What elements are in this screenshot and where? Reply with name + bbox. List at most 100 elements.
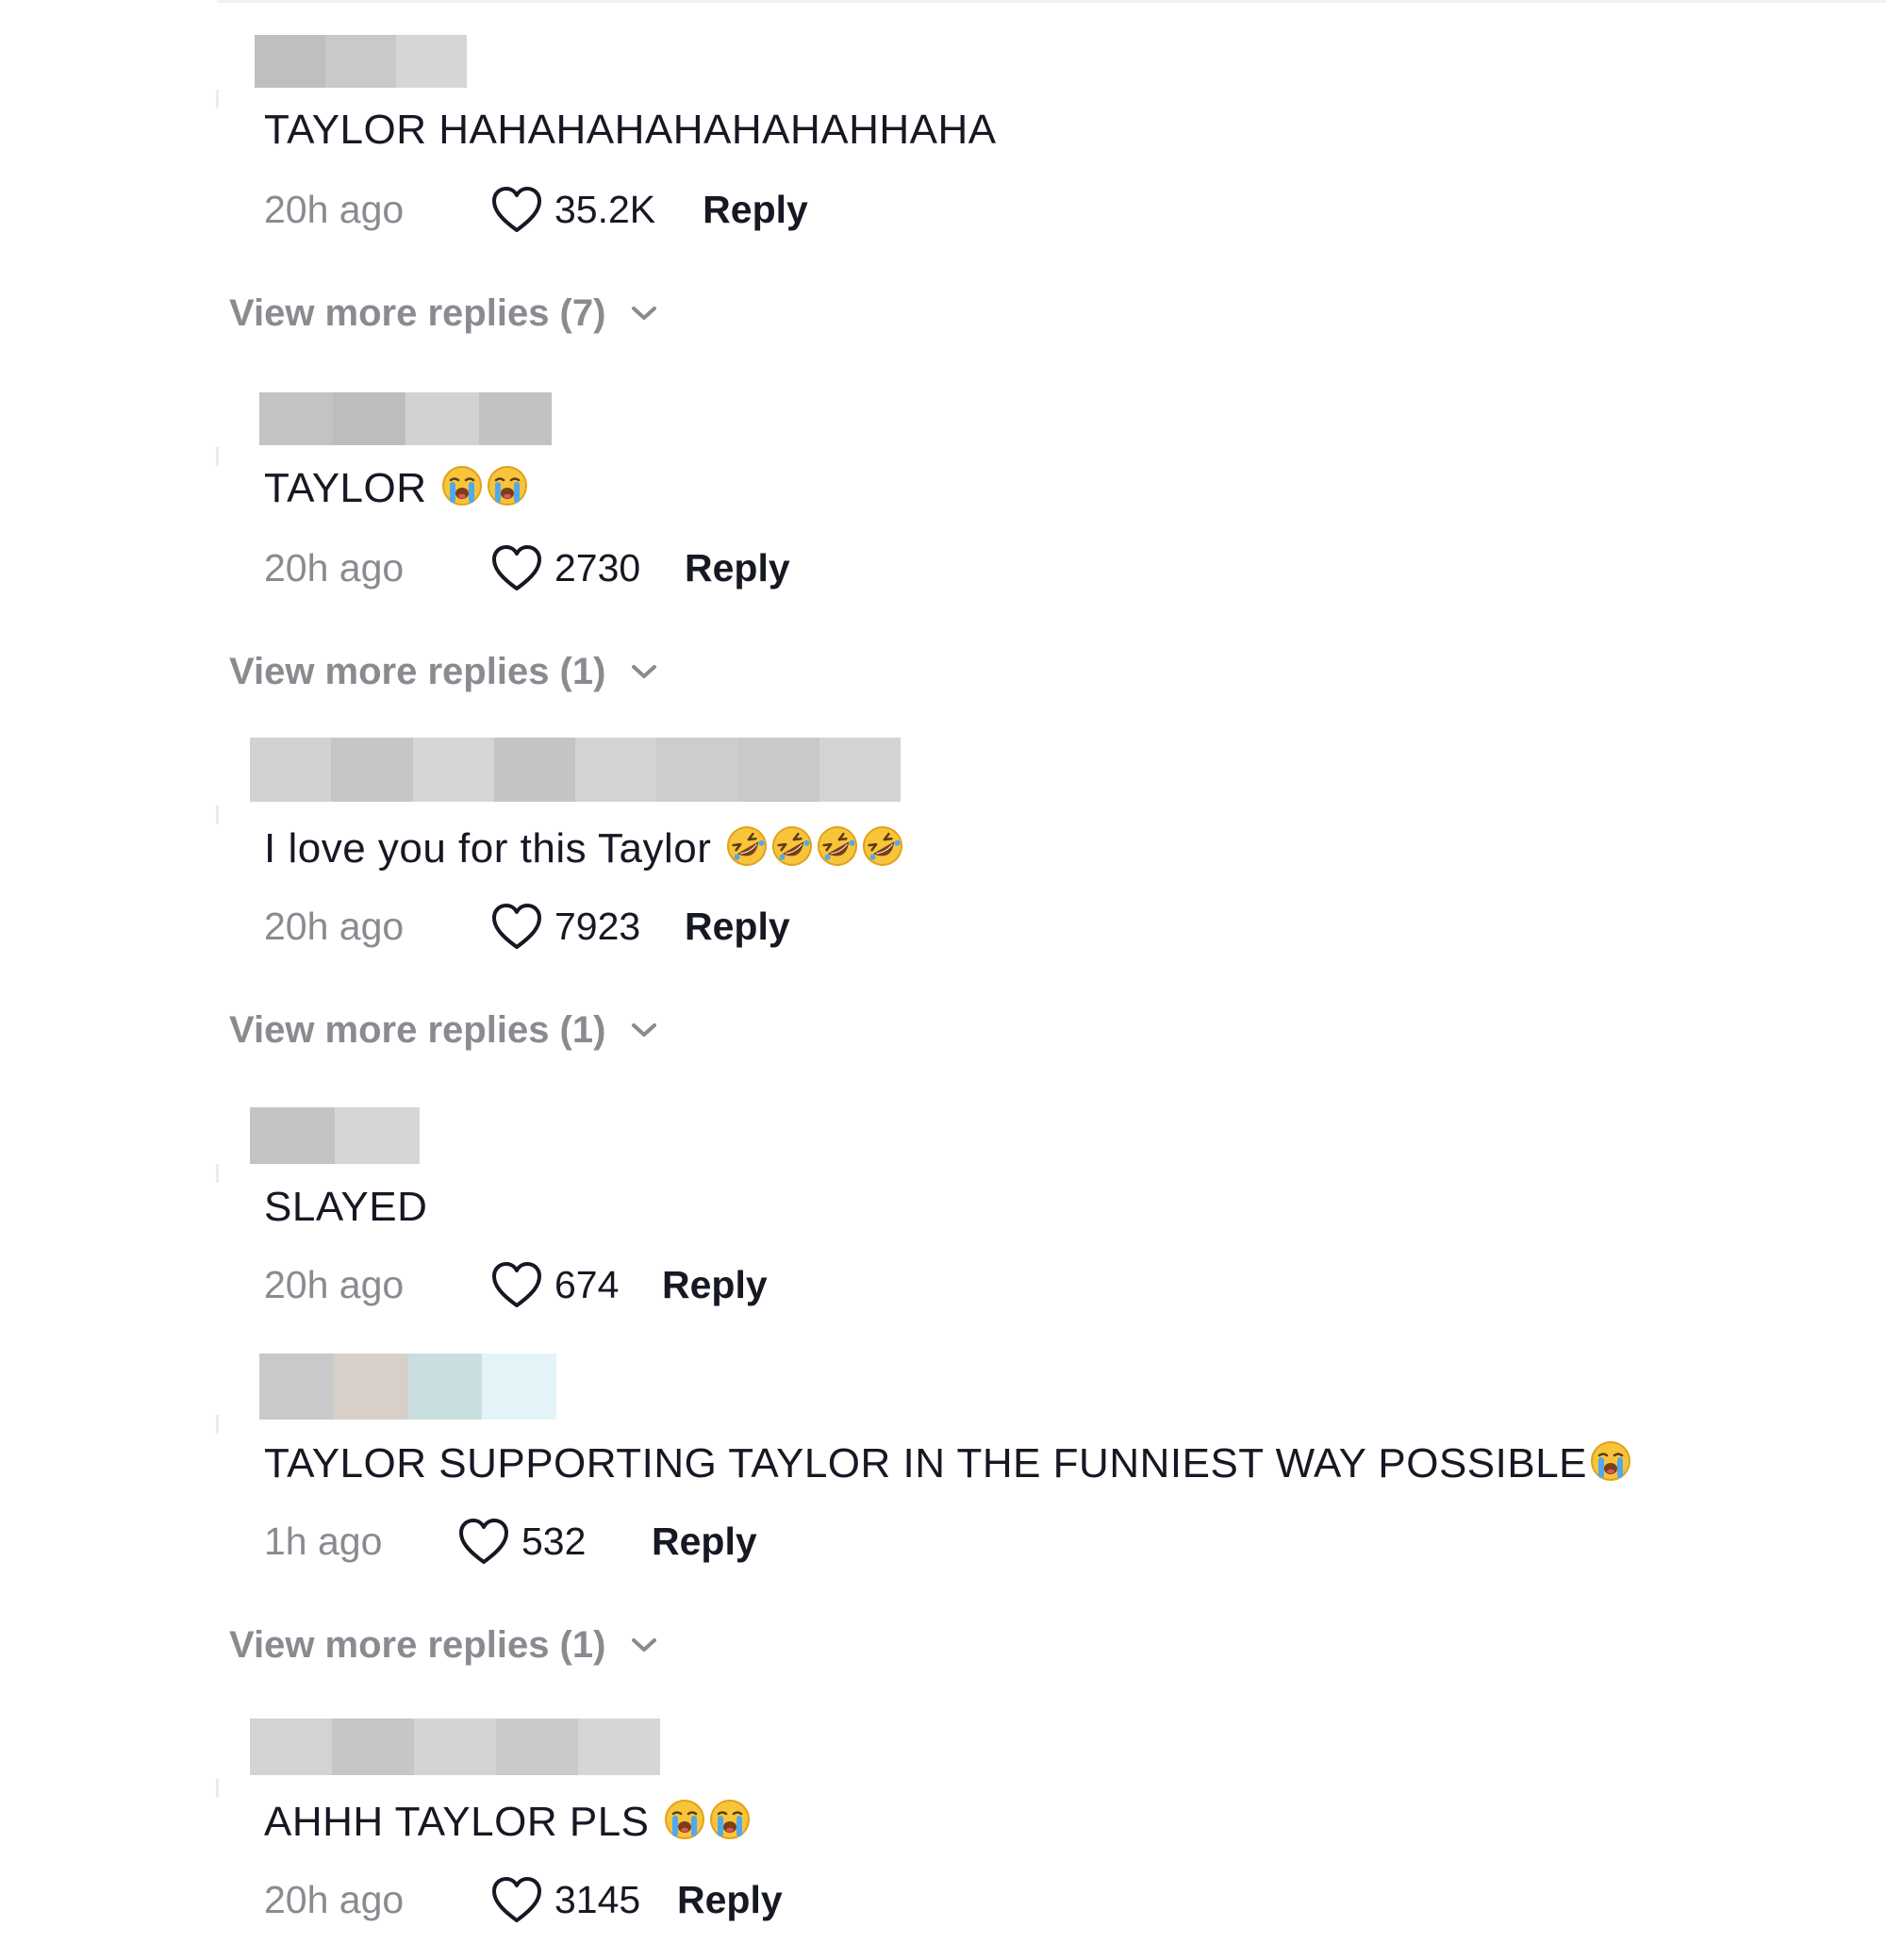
view-more-replies[interactable]: View more replies (7): [229, 285, 658, 341]
comment-time: 20h ago: [264, 1877, 405, 1921]
username-blur-block: [250, 1107, 335, 1164]
like-button[interactable]: 35.2K: [490, 185, 655, 234]
comment-meta: 20h ago 2730 Reply: [264, 540, 790, 596]
username-blurred[interactable]: [259, 392, 552, 445]
like-count: 674: [554, 1262, 620, 1306]
username-blur-block: [333, 1354, 408, 1420]
view-more-label: View more replies (1): [229, 650, 606, 692]
loudly-crying-face-emoji: [486, 464, 529, 507]
comment-time: 20h ago: [264, 545, 405, 590]
comment-time: 20h ago: [264, 1262, 405, 1306]
username-blurred[interactable]: [255, 35, 467, 88]
username-blurred[interactable]: [259, 1354, 556, 1420]
avatar[interactable]: [216, 1779, 219, 1798]
comment-time: 1h ago: [264, 1519, 383, 1563]
reply-button[interactable]: Reply: [662, 1263, 768, 1307]
avatar[interactable]: [216, 447, 219, 466]
comment-meta: 1h ago 532 Reply: [264, 1513, 757, 1570]
view-more-label: View more replies (1): [229, 1008, 606, 1051]
username-blur-block: [250, 738, 332, 802]
heart-icon: [459, 1519, 508, 1564]
like-button[interactable]: 3145: [490, 1875, 649, 1924]
loudly-crying-face-emoji: [708, 1798, 752, 1841]
username-blurred[interactable]: [250, 1107, 420, 1164]
emoji-group: [1587, 1440, 1632, 1487]
comment-text: TAYLOR HAHAHAHAHAHAHAHHAHA: [264, 107, 997, 153]
view-more-replies[interactable]: View more replies (1): [229, 1002, 658, 1058]
username-blur-block: [331, 738, 413, 802]
like-count: 2730: [554, 545, 641, 590]
username-blur-block: [405, 392, 479, 445]
like-button[interactable]: 674: [490, 1260, 649, 1309]
username-blur-block: [396, 35, 467, 88]
username-blur-block: [325, 35, 396, 88]
comment-text: I love you for this Taylor: [264, 821, 904, 877]
username-blurred[interactable]: [250, 1719, 660, 1775]
rolling-on-floor-laughing-emoji: [770, 824, 814, 868]
like-count: 3145: [554, 1877, 641, 1921]
reply-button[interactable]: Reply: [703, 188, 808, 232]
username-blur-block: [407, 1354, 483, 1420]
comment-time: 20h ago: [264, 904, 405, 948]
username-blur-block: [250, 1719, 332, 1775]
reply-button[interactable]: Reply: [677, 1878, 783, 1922]
username-blur-block: [656, 738, 738, 802]
username-blur-block: [493, 738, 575, 802]
comment-meta: 20h ago 7923 Reply: [264, 898, 790, 955]
username-blur-block: [332, 392, 405, 445]
username-blur-block: [414, 1719, 496, 1775]
heart-icon: [492, 904, 541, 949]
heart-icon: [492, 545, 541, 590]
reply-button[interactable]: Reply: [652, 1520, 757, 1564]
avatar[interactable]: [216, 90, 219, 108]
view-more-replies[interactable]: View more replies (1): [229, 1617, 658, 1673]
chevron-down-icon: [632, 307, 657, 320]
heart-icon: [492, 1262, 541, 1307]
loudly-crying-face-emoji: [1589, 1439, 1632, 1483]
chevron-down-icon: [632, 665, 657, 678]
view-more-replies[interactable]: View more replies (1): [229, 643, 658, 700]
heart-icon: [492, 187, 541, 232]
comment-time: 20h ago: [264, 187, 405, 231]
comment-list: TAYLOR HAHAHAHAHAHAHAHHAHA 20h ago 35.2K…: [0, 0, 1886, 1960]
like-count: 7923: [554, 904, 641, 948]
username-blur-block: [332, 1719, 414, 1775]
emoji-group: [438, 465, 529, 511]
view-more-label: View more replies (7): [229, 291, 606, 334]
chevron-down-icon: [632, 1023, 657, 1037]
comment-meta: 20h ago 674 Reply: [264, 1256, 768, 1313]
rolling-on-floor-laughing-emoji: [725, 824, 769, 868]
reply-button[interactable]: Reply: [685, 546, 790, 590]
rolling-on-floor-laughing-emoji: [816, 824, 859, 868]
avatar[interactable]: [216, 1415, 219, 1434]
username-blurred[interactable]: [250, 738, 901, 802]
username-blur-block: [482, 1354, 556, 1420]
username-blur-block: [259, 392, 333, 445]
username-blur-block: [575, 738, 657, 802]
username-blur-block: [259, 1354, 334, 1420]
comment-text: TAYLOR SUPPORTING TAYLOR IN THE FUNNIEST…: [264, 1436, 1632, 1492]
comment-meta: 20h ago 35.2K Reply: [264, 181, 808, 238]
username-blur-block: [478, 392, 552, 445]
like-button[interactable]: 2730: [490, 543, 649, 592]
heart-icon: [492, 1877, 541, 1922]
emoji-group: [661, 1799, 752, 1845]
username-blur-block: [496, 1719, 578, 1775]
comment-text: TAYLOR: [264, 460, 529, 517]
like-button[interactable]: 532: [457, 1517, 616, 1566]
username-blur-block: [412, 738, 494, 802]
avatar[interactable]: [216, 1164, 219, 1183]
like-button[interactable]: 7923: [490, 902, 649, 951]
chevron-down-icon: [632, 1638, 657, 1652]
emoji-group: [723, 825, 904, 872]
comment-meta: 20h ago 3145 Reply: [264, 1871, 783, 1928]
username-blur-block: [335, 1107, 420, 1164]
username-blur-block: [255, 35, 325, 88]
reply-button[interactable]: Reply: [685, 905, 790, 949]
like-count: 35.2K: [554, 187, 656, 231]
username-blur-block: [578, 1719, 660, 1775]
comment-text: SLAYED: [264, 1184, 428, 1230]
comment-text: AHHH TAYLOR PLS: [264, 1794, 752, 1851]
avatar[interactable]: [216, 806, 219, 824]
loudly-crying-face-emoji: [440, 464, 484, 507]
